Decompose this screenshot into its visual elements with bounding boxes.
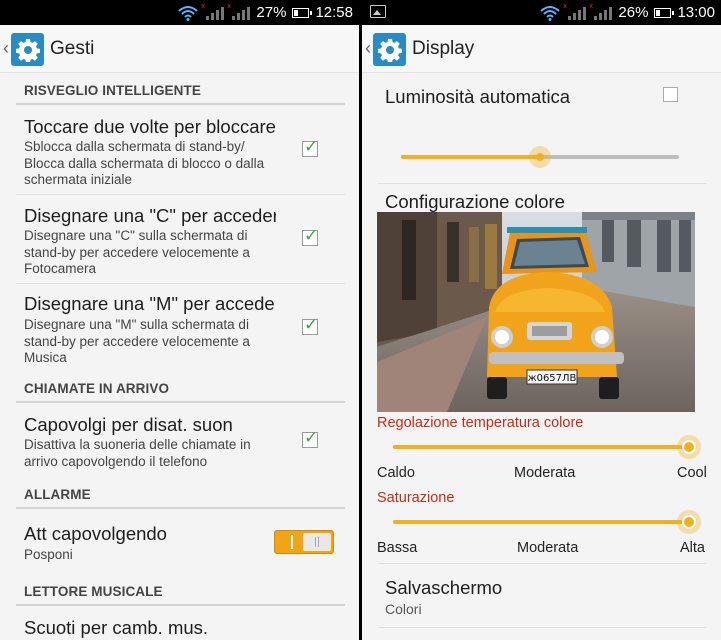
saturation-label: Saturazione [377,490,455,506]
saturation-max-label: Alta [680,540,705,556]
picture-notification-icon [370,5,386,18]
wifi-icon [540,5,561,21]
page-title: Gesti [50,38,95,59]
section-divider [16,401,345,403]
clock: 13:00 [677,4,715,21]
divider [16,283,345,284]
temperature-label: Regolazione temperatura colore [377,415,584,431]
auto-brightness-label[interactable]: Luminosità automatica [385,86,570,108]
saturation-fill [393,520,689,524]
divider [378,183,707,184]
saturation-min-label: Bassa [377,540,418,556]
section-divider [16,103,345,105]
item-title: Toccare due volte per bloccare/ [24,116,276,137]
temperature-max-label: Cool [677,465,707,481]
battery-icon [654,7,675,18]
display-screen: x x 26% 13:00 ‹ Display Luminosità autom… [362,0,721,640]
signal-icon: x [201,3,225,20]
screensaver-title: Salvaschermo [385,577,503,598]
clock: 12:58 [315,4,353,21]
item-subtitle: Sblocca dalla schermata di stand-by/ Blo… [24,139,265,187]
divider [16,194,345,195]
item-title: Disegnare una "C" per accedere [24,205,276,226]
item-title: Att capovolgendo [24,523,167,544]
battery-icon [292,7,313,18]
section-header-smart-wake: RISVEGLIO INTELLIGENTE [24,83,201,98]
item-subtitle: Disattiva la suoneria delle chiamate in … [24,437,251,469]
signal-icon: x [589,3,613,20]
color-config-title: Configurazione colore [385,191,565,212]
signal-icon: x [227,3,251,20]
wifi-icon [178,5,199,21]
status-bar: x x 27% 12:58 [0,0,359,25]
page-title: Display [412,38,475,59]
item-subtitle: Posponi [24,547,73,562]
license-plate: ж0657ЛВ [528,373,577,384]
gear-icon[interactable] [11,33,44,66]
toggle-switch-icon[interactable] [274,530,334,554]
signal-icon: x [563,3,587,20]
temperature-mid-label: Moderata [514,465,576,481]
status-bar: x x 26% 13:00 [362,0,721,25]
item-subtitle: Disegnare una "M" sulla schermata di sta… [24,317,250,365]
item-title: Scuoti per camb. mus. [24,617,209,638]
battery-percent: 26% [618,4,649,21]
action-bar: ‹ Display [362,25,721,73]
saturation-thumb[interactable] [677,510,701,534]
back-chevron-icon[interactable]: ‹ [365,39,371,57]
section-header-music-player: LETTORE MUSICALE [24,584,163,599]
temperature-fill [393,445,689,449]
back-chevron-icon[interactable]: ‹ [3,39,9,57]
item-subtitle: Disegnare una "C" sulla schermata di sta… [24,228,250,276]
checkbox-icon[interactable]: ✓ [302,227,318,246]
divider [378,627,707,628]
section-header-alarms: ALLARME [24,487,91,502]
temperature-thumb[interactable] [677,435,701,459]
gestures-screen: x x 27% 12:58 ‹ Gesti RISVEGLIO INTELLIG… [0,0,359,640]
checkbox-icon[interactable]: ✓ [302,138,318,157]
gear-icon[interactable] [373,33,406,66]
brightness-fill [401,155,540,159]
brightness-thumb[interactable] [529,146,551,168]
divider [378,563,707,564]
section-header-incoming-calls: CHIAMATE IN ARRIVO [24,381,170,396]
section-divider [16,507,345,509]
screensaver-subtitle: Colori [385,601,422,617]
temperature-min-label: Caldo [377,465,415,481]
auto-brightness-checkbox[interactable] [663,87,678,102]
section-divider [16,604,345,606]
item-title: Capovolgi per disat. suon [24,414,233,435]
item-title: Disegnare una "M" per accedere [24,293,276,314]
battery-percent: 27% [256,4,287,21]
checkbox-icon[interactable]: ✓ [302,429,318,448]
color-preview-image: ж0657ЛВ [377,212,695,412]
action-bar: ‹ Gesti [0,25,359,73]
checkbox-icon[interactable]: ✓ [302,316,318,335]
saturation-mid-label: Moderata [517,540,579,556]
